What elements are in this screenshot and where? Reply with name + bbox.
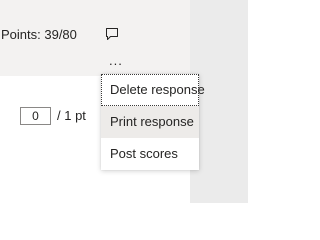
comment-icon[interactable]	[104, 26, 120, 42]
menu-item-print-response[interactable]: Print response	[101, 106, 199, 138]
menu-item-delete-response[interactable]: Delete response	[101, 74, 205, 106]
more-options-icon[interactable]: ...	[109, 54, 127, 67]
points-total: Points: 39/80	[1, 27, 77, 42]
menu-item-post-scores[interactable]: Post scores	[101, 138, 199, 170]
score-max-label: / 1 pt	[57, 108, 86, 123]
comment-icon-glyph	[106, 28, 118, 40]
score-input[interactable]	[20, 107, 51, 125]
context-menu: Delete response Print response Post scor…	[101, 74, 205, 170]
